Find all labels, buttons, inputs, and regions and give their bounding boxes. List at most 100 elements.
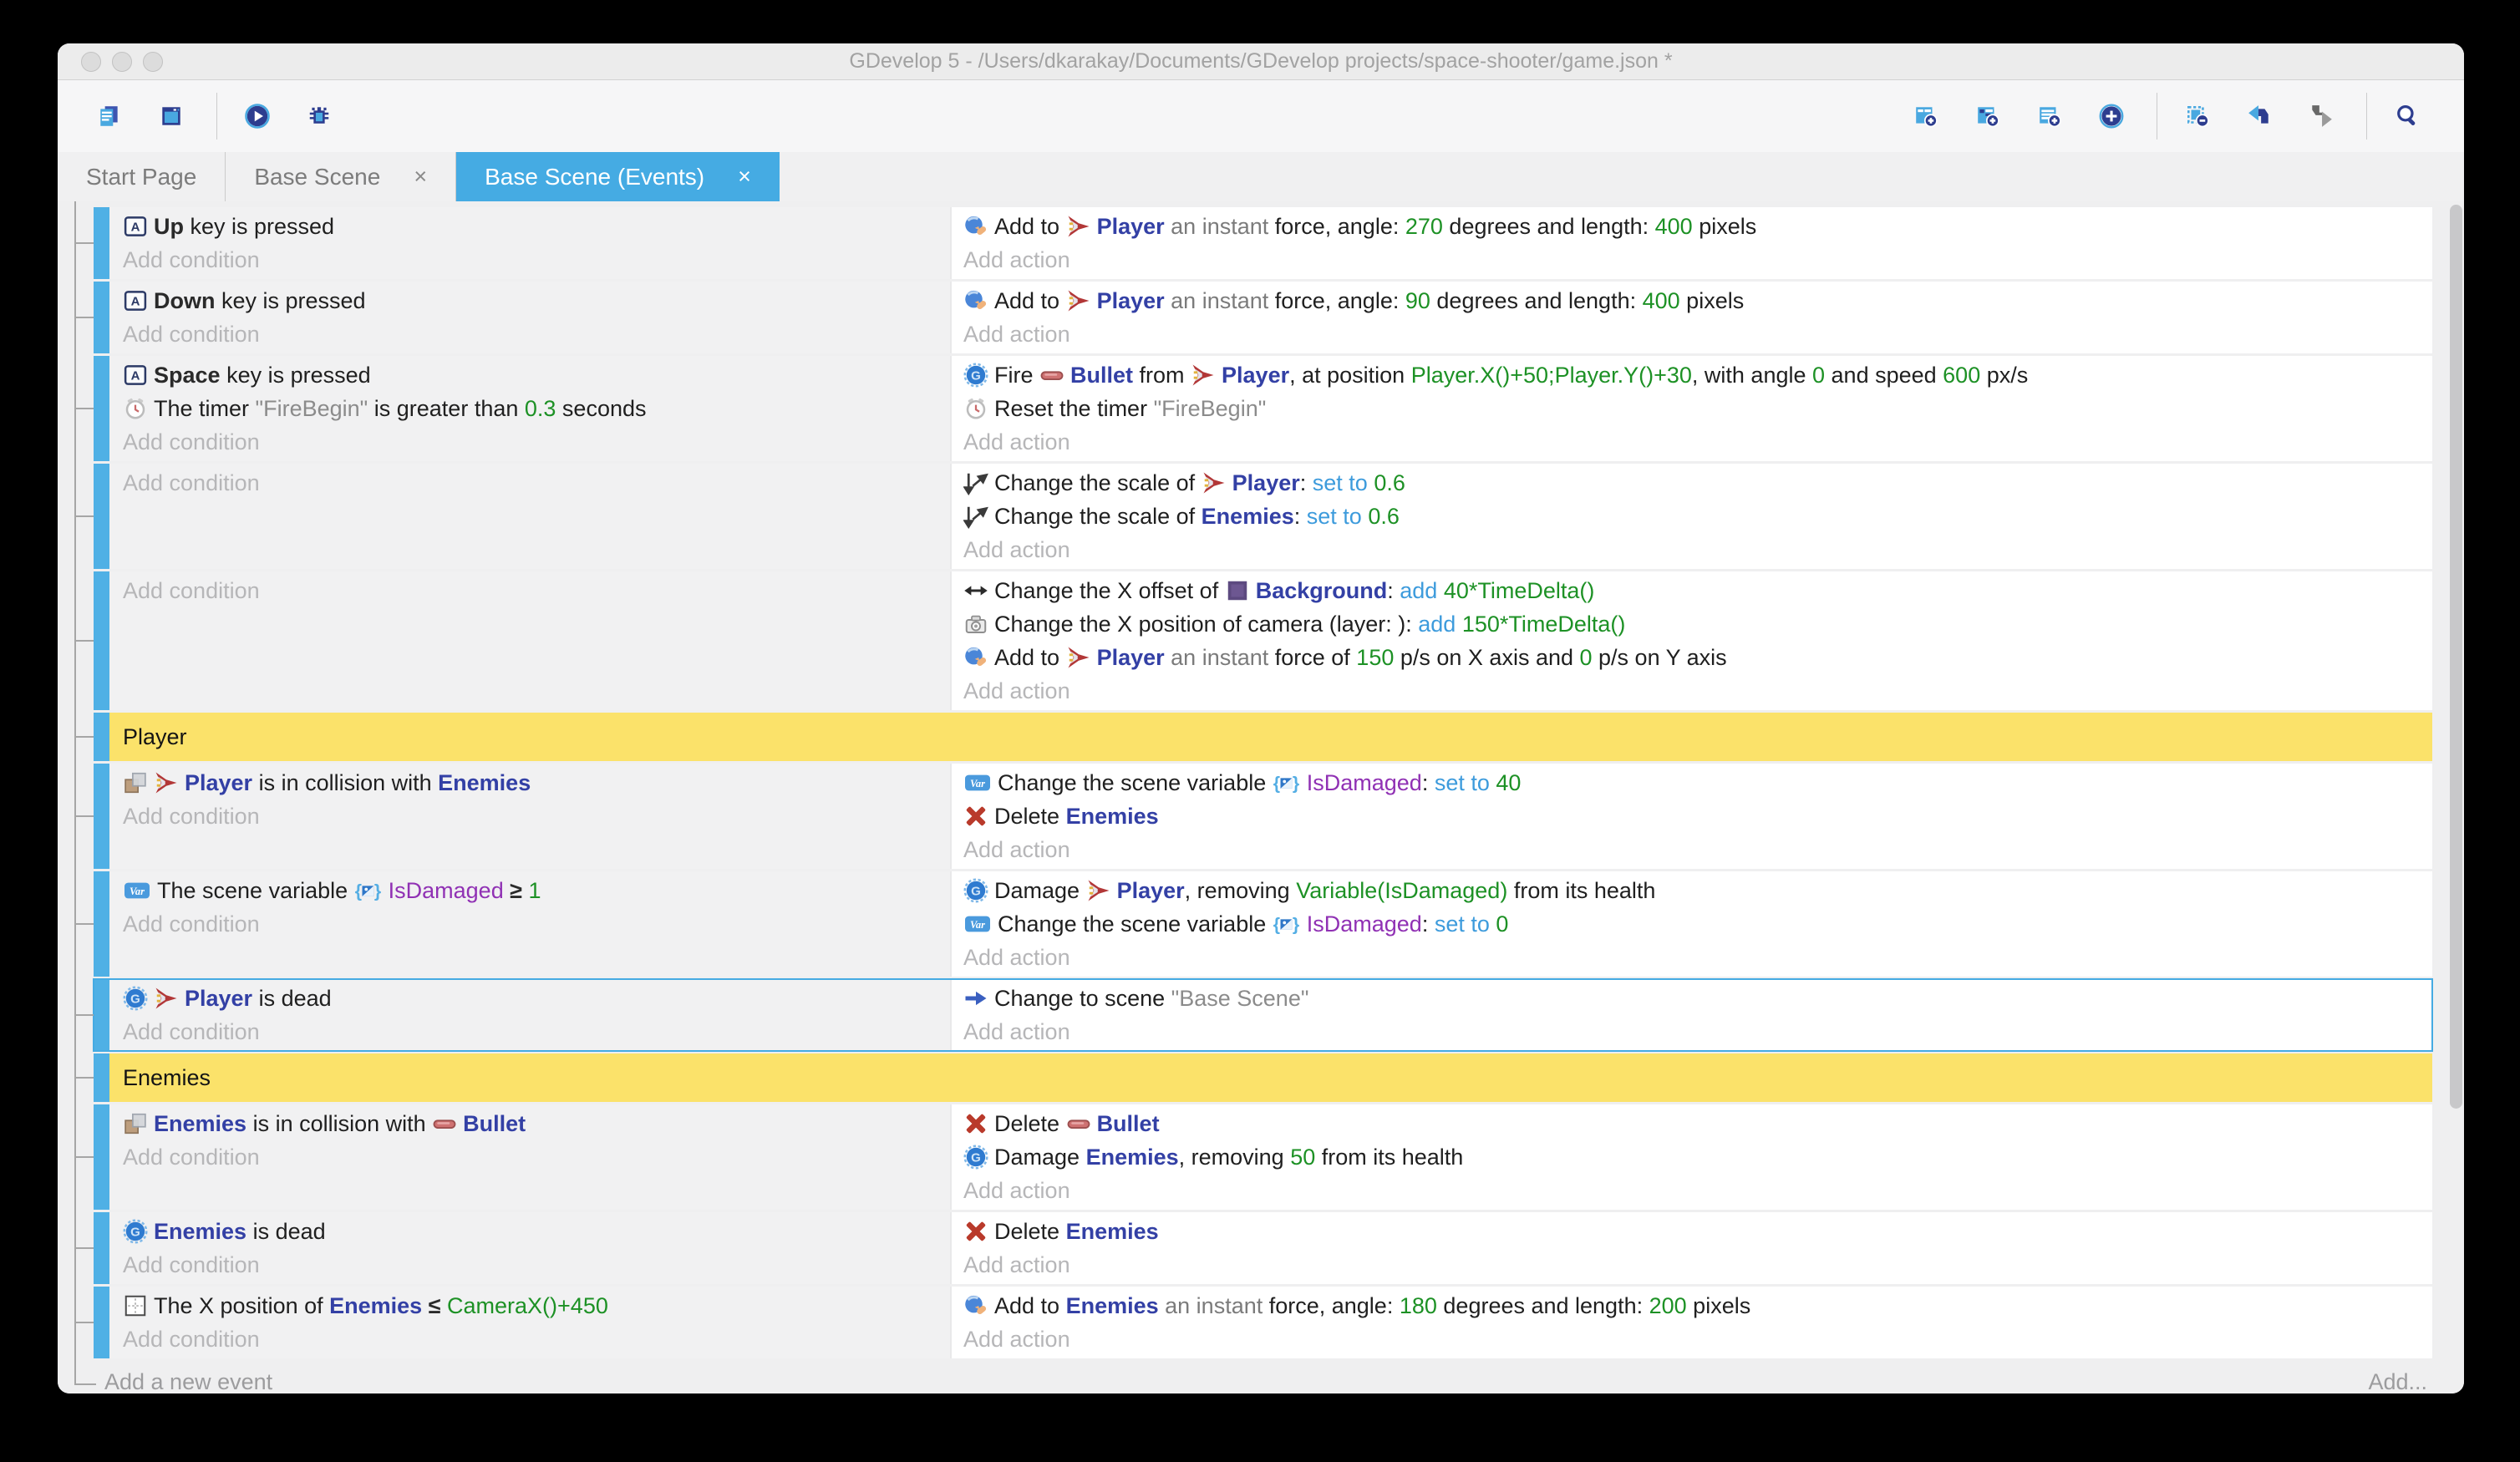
event-handle[interactable] <box>94 1053 109 1102</box>
action-line[interactable]: Add to Enemies an instant force, angle: … <box>963 1289 2432 1322</box>
add-condition-button[interactable]: Add condition <box>123 907 950 941</box>
condition-line[interactable]: VarThe scene variable {}IsDamaged ≥ 1 <box>123 874 950 907</box>
add-event-button[interactable] <box>1908 95 1949 137</box>
scrollbar-thumb[interactable] <box>2450 205 2462 1109</box>
add-subevent-button[interactable] <box>1969 95 2011 137</box>
event-row[interactable]: ADown key is pressedAdd condition Add to … <box>94 282 2432 353</box>
zoom-button[interactable] <box>143 52 163 72</box>
event-handle[interactable] <box>94 713 109 761</box>
event-handle[interactable] <box>94 1104 109 1210</box>
condition-line[interactable]: The timer "FireBegin" is greater than 0.… <box>123 392 950 425</box>
add-condition-button[interactable]: Add condition <box>123 1248 950 1282</box>
undo-button[interactable] <box>2241 95 2283 137</box>
add-new-event-button[interactable]: Add a new event <box>104 1369 272 1393</box>
condition-line[interactable]: ASpace key is pressed <box>123 358 950 392</box>
tab-base-scene-events[interactable]: Base Scene (Events)× <box>456 152 780 201</box>
add-action-button[interactable]: Add action <box>963 533 2432 566</box>
add-condition-button[interactable]: Add condition <box>123 317 950 351</box>
action-line[interactable]: Delete Bullet <box>963 1107 2432 1140</box>
debug-button[interactable] <box>301 95 343 137</box>
scene-editor-button[interactable] <box>153 95 195 137</box>
add-action-button[interactable]: Add action <box>963 317 2432 351</box>
add-condition-button[interactable]: Add condition <box>123 425 950 459</box>
add-action-button[interactable]: Add action <box>963 425 2432 459</box>
event-row[interactable]: Player is in collision with EnemiesAdd c… <box>94 764 2432 869</box>
add-action-button[interactable]: Add action <box>963 1174 2432 1207</box>
action-line[interactable]: VarChange the scene variable {}IsDamaged… <box>963 766 2432 800</box>
event-handle[interactable] <box>94 282 109 353</box>
event-row[interactable]: GPlayer is deadAdd condition Change to sc… <box>94 979 2432 1051</box>
close-button[interactable] <box>81 52 101 72</box>
close-tab-icon[interactable]: × <box>414 164 427 190</box>
action-line[interactable]: Change the scale of Enemies: set to 0.6 <box>963 500 2432 533</box>
condition-line[interactable]: GEnemies is dead <box>123 1215 950 1248</box>
action-line[interactable]: VarChange the scene variable {}IsDamaged… <box>963 907 2432 941</box>
condition-line[interactable]: AUp key is pressed <box>123 210 950 243</box>
action-line[interactable]: Change to scene "Base Scene" <box>963 982 2432 1015</box>
add-condition-button[interactable]: Add condition <box>123 1322 950 1356</box>
add-condition-button[interactable]: Add condition <box>123 800 950 833</box>
action-line[interactable]: Reset the timer "FireBegin" <box>963 392 2432 425</box>
event-row[interactable]: Enemies is in collision with BulletAdd c… <box>94 1104 2432 1210</box>
add-action-button[interactable]: Add action <box>963 1248 2432 1282</box>
add-action-button[interactable]: Add action <box>963 1015 2432 1048</box>
action-line[interactable]: Change the scale of Player: set to 0.6 <box>963 466 2432 500</box>
close-tab-icon[interactable]: × <box>738 164 751 190</box>
event-handle[interactable] <box>94 871 109 977</box>
group-header-player[interactable]: Player <box>94 713 2432 761</box>
action-line[interactable]: Change the X offset of Background: add 4… <box>963 574 2432 607</box>
remove-event-button[interactable] <box>2179 95 2221 137</box>
event-row[interactable]: AUp key is pressedAdd condition Add to Pl… <box>94 207 2432 279</box>
action-line[interactable]: Add to Player an instant force, angle: 9… <box>963 284 2432 317</box>
event-handle[interactable] <box>94 571 109 710</box>
action-line[interactable]: GDamage Enemies, removing 50 from its he… <box>963 1140 2432 1174</box>
event-row[interactable]: VarThe scene variable {}IsDamaged ≥ 1Add… <box>94 871 2432 977</box>
action-line[interactable]: Change the X position of camera (layer: … <box>963 607 2432 641</box>
event-handle[interactable] <box>94 979 109 1051</box>
add-condition-button[interactable]: Add condition <box>123 1015 950 1048</box>
group-header-enemies[interactable]: Enemies <box>94 1053 2432 1102</box>
condition-line[interactable]: GPlayer is dead <box>123 982 950 1015</box>
add-comment-button[interactable] <box>2031 95 2073 137</box>
add-action-button[interactable]: Add action <box>963 941 2432 974</box>
condition-line[interactable]: Enemies is in collision with Bullet <box>123 1107 950 1140</box>
condition-line[interactable]: ADown key is pressed <box>123 284 950 317</box>
action-line[interactable]: GFire Bullet from Player, at position Pl… <box>963 358 2432 392</box>
event-handle[interactable] <box>94 464 109 569</box>
add-circle-button[interactable] <box>2093 95 2135 137</box>
event-handle[interactable] <box>94 1287 109 1358</box>
condition-line[interactable]: The X position of Enemies ≤ CameraX()+45… <box>123 1289 950 1322</box>
action-line[interactable]: Delete Enemies <box>963 1215 2432 1248</box>
minimize-button[interactable] <box>112 52 132 72</box>
event-handle[interactable] <box>94 207 109 279</box>
event-row[interactable]: Add condition Change the X offset of Back… <box>94 571 2432 710</box>
project-manager-button[interactable] <box>91 95 133 137</box>
add-more-button[interactable]: Add... <box>2368 1369 2427 1393</box>
event-handle[interactable] <box>94 764 109 869</box>
event-row[interactable]: ASpace key is pressedThe timer "FireBegi… <box>94 356 2432 461</box>
action-line[interactable]: Add to Player an instant force of 150 p/… <box>963 641 2432 674</box>
event-handle[interactable] <box>94 1212 109 1284</box>
add-action-button[interactable]: Add action <box>963 833 2432 866</box>
event-row[interactable]: GEnemies is deadAdd condition Delete Enem… <box>94 1212 2432 1284</box>
add-condition-button[interactable]: Add condition <box>123 574 950 607</box>
event-handle[interactable] <box>94 356 109 461</box>
action-line[interactable]: Add to Player an instant force, angle: 2… <box>963 210 2432 243</box>
add-action-button[interactable]: Add action <box>963 243 2432 277</box>
add-action-button[interactable]: Add action <box>963 1322 2432 1356</box>
redo-button[interactable] <box>2303 95 2345 137</box>
add-action-button[interactable]: Add action <box>963 674 2432 708</box>
condition-line[interactable]: Player is in collision with Enemies <box>123 766 950 800</box>
force-icon <box>963 645 988 670</box>
add-condition-button[interactable]: Add condition <box>123 1140 950 1174</box>
action-line[interactable]: GDamage Player, removing Variable(IsDama… <box>963 874 2432 907</box>
event-row[interactable]: The X position of Enemies ≤ CameraX()+45… <box>94 1287 2432 1358</box>
add-condition-button[interactable]: Add condition <box>123 243 950 277</box>
action-line[interactable]: Delete Enemies <box>963 800 2432 833</box>
event-row[interactable]: Add condition Change the scale of Player:… <box>94 464 2432 569</box>
tab-start-page[interactable]: Start Page <box>58 152 226 201</box>
tab-base-scene[interactable]: Base Scene× <box>226 152 456 201</box>
search-button[interactable] <box>2389 95 2431 137</box>
play-button[interactable] <box>239 95 281 137</box>
add-condition-button[interactable]: Add condition <box>123 466 950 500</box>
